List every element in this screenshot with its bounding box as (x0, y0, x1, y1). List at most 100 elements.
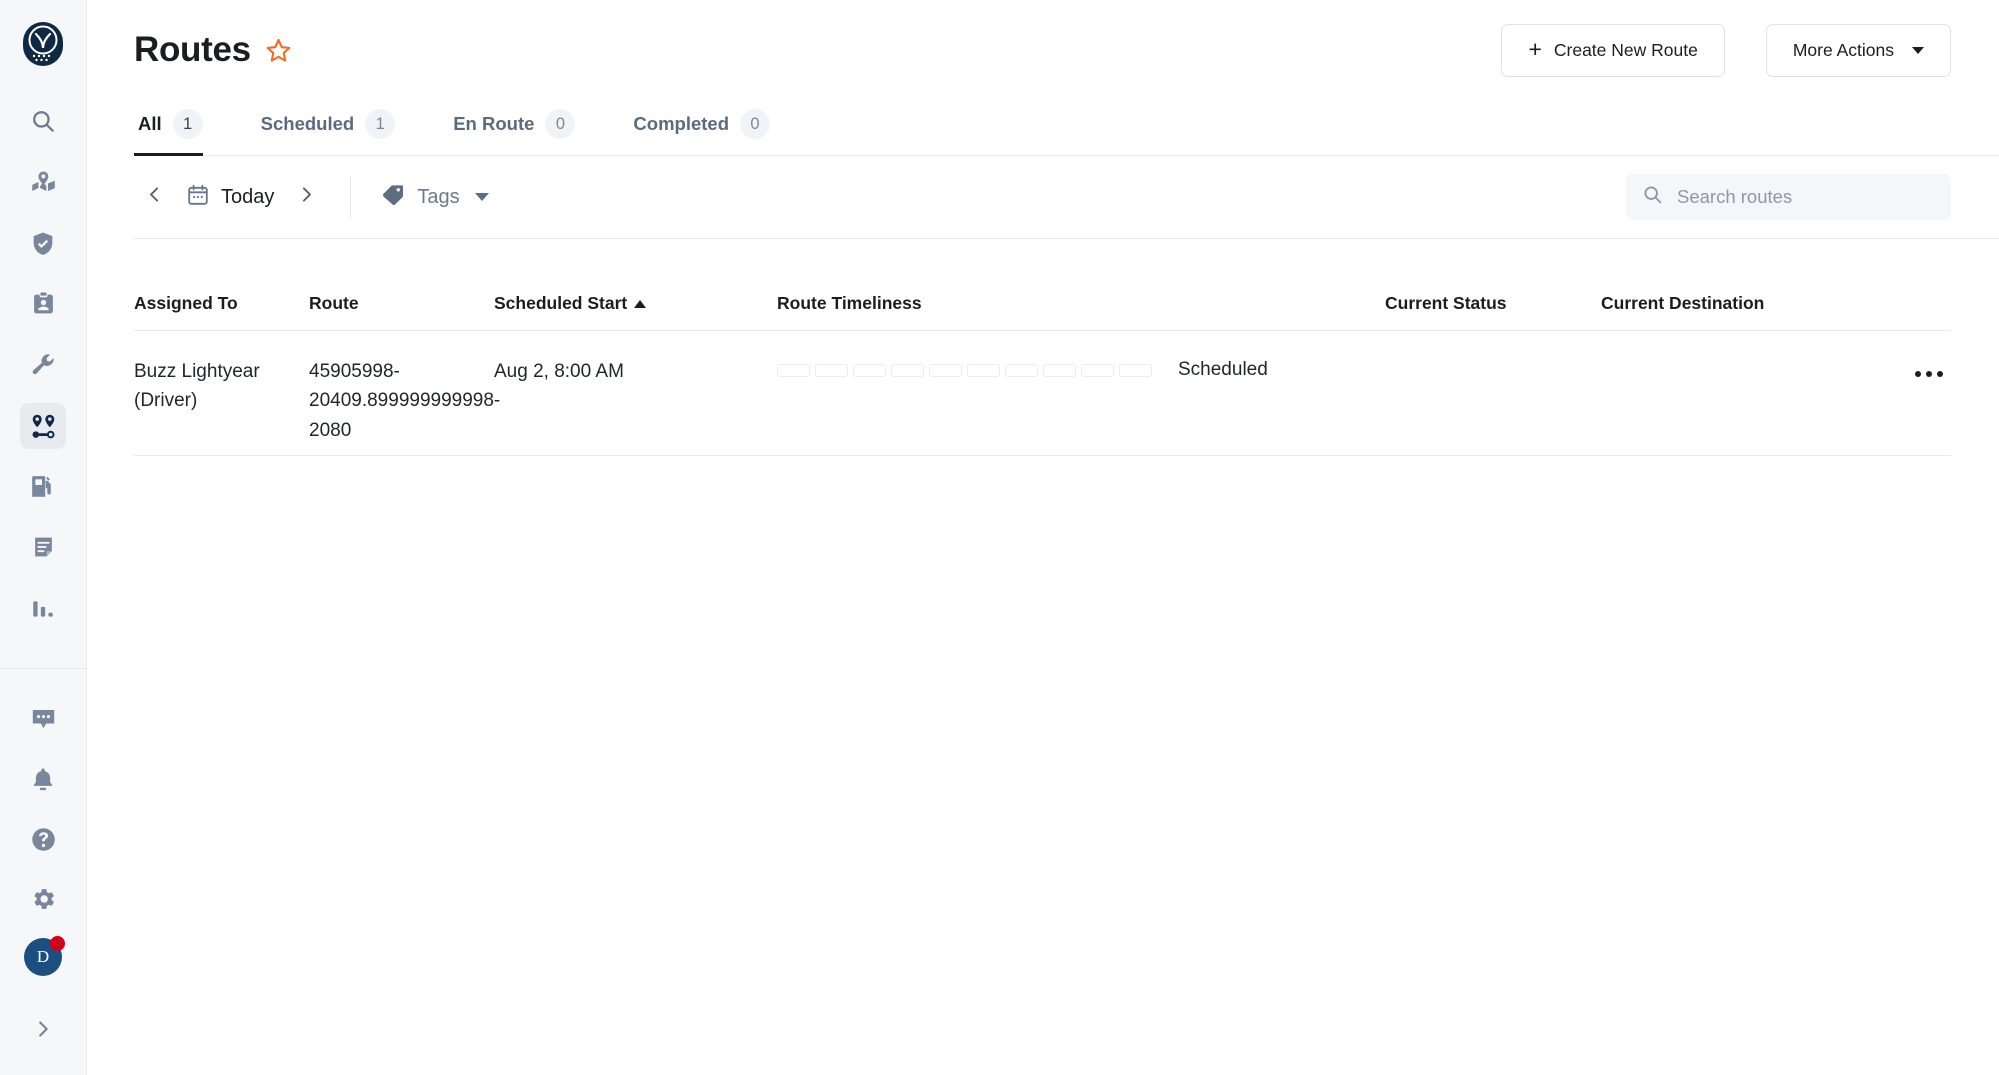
owl-logo[interactable] (19, 20, 67, 68)
create-new-route-label: Create New Route (1553, 39, 1698, 60)
sidebar-item-messages[interactable] (20, 696, 66, 742)
timeliness-segment (967, 363, 1000, 377)
tags-filter-button[interactable]: Tags (373, 177, 496, 218)
fuel-pump-icon (30, 474, 56, 500)
cell-current-status (1385, 357, 1601, 358)
column-header-route-timeliness[interactable]: Route Timeliness (777, 291, 1385, 314)
sidebar-expand-button[interactable] (20, 1008, 66, 1054)
sidebar-divider (0, 668, 87, 669)
chevron-right-icon (296, 184, 317, 210)
tags-label: Tags (417, 185, 460, 208)
sidebar-item-safety[interactable] (20, 220, 66, 266)
column-header-scheduled-start[interactable]: Scheduled Start (494, 293, 777, 314)
timeliness-segment (815, 363, 848, 377)
timeliness-bar (777, 363, 1152, 377)
calendar-icon (186, 183, 210, 212)
timeliness-segment (929, 363, 962, 377)
timeliness-segment (853, 363, 886, 377)
timeliness-segment (1043, 363, 1076, 377)
sidebar-item-map[interactable] (20, 159, 66, 205)
next-day-button[interactable] (286, 177, 326, 217)
timeliness-segment (1119, 363, 1152, 377)
routes-table: Assigned To Route Scheduled Start Route … (134, 239, 1999, 456)
page-header: Routes + Create New Route More Actions (134, 0, 1999, 100)
more-actions-button[interactable]: More Actions (1765, 23, 1951, 77)
cell-route-timeliness: Scheduled (777, 357, 1385, 381)
cell-assigned-to: Buzz Lightyear (Driver) (134, 361, 260, 412)
tab-scheduled-count: 1 (365, 109, 396, 139)
search-icon (30, 108, 56, 134)
sidebar-item-maintenance[interactable] (20, 342, 66, 388)
wrench-icon (30, 352, 56, 378)
sort-ascending-icon (634, 299, 647, 308)
tag-icon (381, 183, 405, 212)
column-header-assigned-to[interactable]: Assigned To (134, 293, 309, 314)
column-label: Current Status (1385, 293, 1507, 313)
bell-icon (30, 766, 56, 793)
tab-completed[interactable]: Completed 0 (629, 109, 786, 155)
ellipsis-icon (1937, 371, 1943, 377)
page-title: Routes (134, 30, 251, 69)
timeliness-segment (777, 363, 810, 377)
gear-icon (29, 885, 57, 913)
tab-completed-count: 0 (740, 109, 770, 139)
sidebar-item-fuel[interactable] (20, 464, 66, 510)
search-input[interactable] (1675, 185, 1935, 209)
search-routes-box[interactable] (1626, 174, 1951, 220)
tab-all[interactable]: All 1 (134, 109, 219, 156)
toolbar-divider (350, 175, 352, 219)
sidebar-item-documents[interactable] (20, 525, 66, 571)
table-row[interactable]: Buzz Lightyear (Driver) 45905998-20409.8… (134, 331, 1951, 456)
date-picker-button[interactable]: Today (174, 177, 286, 218)
search-icon (1642, 184, 1663, 210)
column-header-current-destination[interactable]: Current Destination (1601, 292, 1951, 314)
row-actions-menu-button[interactable] (1907, 357, 1951, 387)
bar-chart-icon (30, 596, 56, 622)
tab-scheduled[interactable]: Scheduled 1 (257, 109, 412, 155)
sidebar-item-help[interactable] (20, 816, 66, 862)
column-label: Assigned To (134, 293, 238, 313)
table-header-row: Assigned To Route Scheduled Start Route … (134, 239, 1951, 331)
create-new-route-button[interactable]: + Create New Route (1501, 23, 1725, 77)
tab-en-route-count: 0 (545, 109, 576, 139)
column-label: Scheduled Start (494, 293, 628, 313)
column-header-route[interactable]: Route (309, 293, 494, 314)
tab-scheduled-label: Scheduled (260, 113, 355, 134)
sidebar-item-settings[interactable] (20, 876, 66, 922)
sidebar-item-reports[interactable] (20, 586, 66, 632)
tab-en-route-label: En Route (453, 113, 535, 134)
cell-timeliness-status: Scheduled (1178, 359, 1268, 380)
date-label: Today (221, 185, 275, 208)
more-actions-label: More Actions (1792, 39, 1894, 60)
tab-en-route[interactable]: En Route 0 (449, 109, 591, 155)
plus-icon: + (1528, 35, 1542, 62)
sidebar-nav-bottom (20, 696, 66, 922)
star-outline-icon[interactable] (265, 37, 292, 64)
app-root: D Routes + Create New Route More Actions… (0, 0, 1999, 1075)
routes-icon (30, 413, 57, 440)
sidebar-item-search[interactable] (20, 98, 66, 144)
previous-day-button[interactable] (134, 177, 174, 217)
sidebar-item-routes[interactable] (20, 403, 66, 449)
filter-toolbar: Today Tags (134, 156, 1999, 239)
chevron-down-icon (1912, 46, 1924, 54)
timeliness-segment (891, 363, 924, 377)
document-icon (31, 535, 56, 561)
status-tabs: All 1 Scheduled 1 En Route 0 Completed 0 (134, 100, 1999, 156)
chevron-left-icon (144, 184, 165, 210)
main-content: Routes + Create New Route More Actions A… (87, 0, 1999, 1075)
notification-badge-icon (50, 936, 65, 951)
header-actions: + Create New Route More Actions (1501, 23, 1951, 77)
timeliness-segment (1005, 363, 1038, 377)
avatar[interactable]: D (20, 934, 66, 980)
column-label: Current Destination (1601, 292, 1765, 313)
sidebar: D (0, 0, 87, 1075)
chevron-right-icon (32, 1018, 54, 1045)
column-label: Route Timeliness (777, 293, 922, 313)
sidebar-item-drivers[interactable] (20, 281, 66, 327)
cell-scheduled-start: Aug 2, 8:00 AM (494, 361, 624, 382)
sidebar-item-notifications[interactable] (20, 756, 66, 802)
column-header-current-status[interactable]: Current Status (1385, 292, 1601, 314)
timeliness-segment (1081, 363, 1114, 377)
tab-all-count: 1 (172, 109, 203, 139)
